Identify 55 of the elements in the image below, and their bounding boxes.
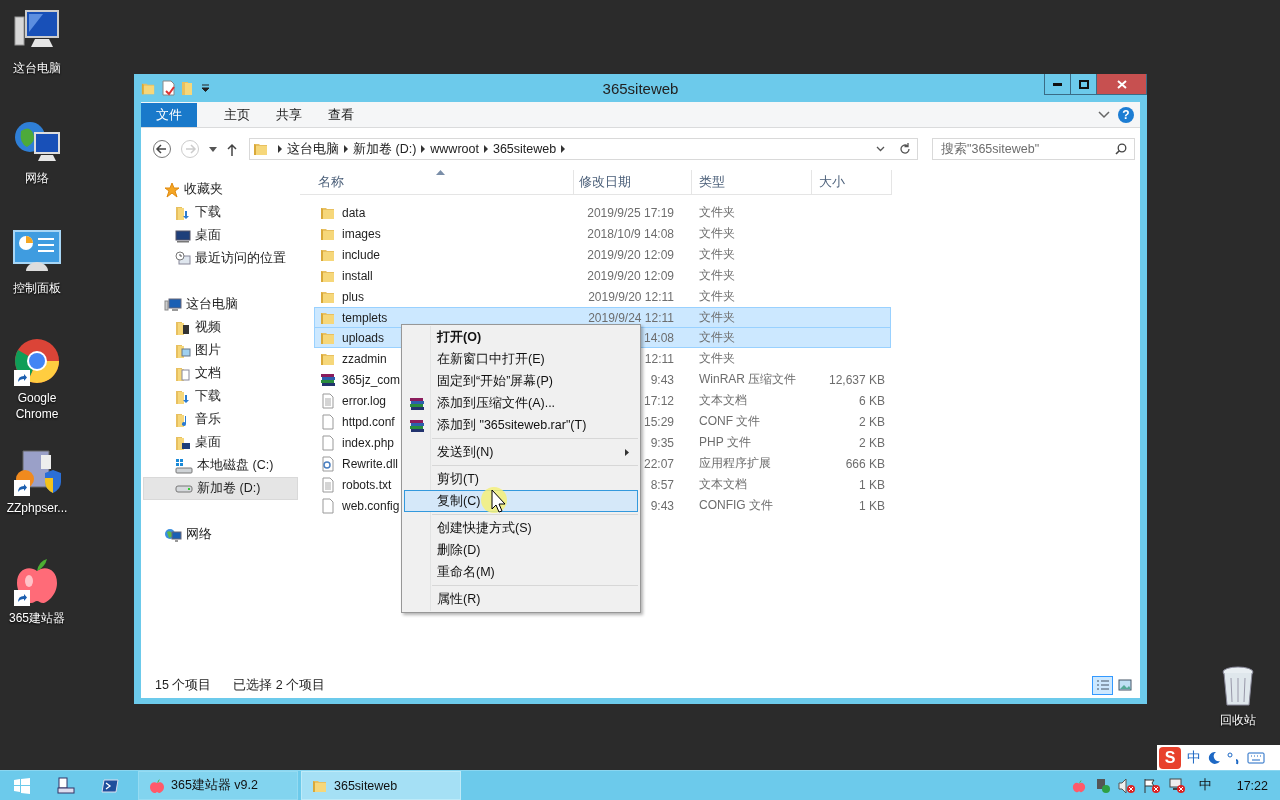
type-cell: 文件夹 — [699, 267, 735, 284]
size-cell: 2 KB — [859, 414, 885, 429]
date-cell: 15:29 — [643, 414, 674, 429]
item-count: 15 个项目 — [155, 676, 212, 694]
date-cell: 17:12 — [643, 393, 674, 408]
file-name: robots.txt — [320, 476, 392, 493]
date-cell: 22:07 — [643, 456, 674, 471]
type-cell: 文件夹 — [699, 204, 735, 221]
file-name: httpd.conf — [320, 413, 395, 430]
type-cell: CONF 文件 — [699, 413, 761, 430]
file-name: Rewrite.dll — [320, 455, 398, 472]
size-cell: 2 KB — [859, 435, 885, 450]
type-cell: 文件夹 — [699, 309, 735, 326]
date-cell: 2019/9/20 12:11 — [588, 289, 674, 304]
size-cell: 12,637 KB — [828, 372, 885, 387]
file-name: plus — [320, 288, 364, 305]
type-cell: 文件夹 — [699, 288, 735, 305]
file-name: include — [320, 246, 381, 263]
size-cell: 666 KB — [845, 456, 885, 471]
date-cell: 2019/9/20 12:09 — [587, 268, 674, 283]
file-name: data — [320, 204, 366, 221]
date-cell: 12:11 — [644, 351, 674, 366]
type-cell: WinRAR 压缩文件 — [699, 371, 797, 388]
date-cell: 14:08 — [643, 330, 674, 345]
size-cell: 1 KB — [859, 498, 885, 513]
type-cell: PHP 文件 — [699, 434, 751, 451]
date-cell: 9:35 — [650, 435, 674, 450]
file-name: install — [320, 267, 373, 284]
date-cell: 8:57 — [650, 477, 674, 492]
file-name: error.log — [320, 392, 387, 409]
size-cell: 1 KB — [859, 477, 885, 492]
selection-count: 已选择 2 个项目 — [233, 676, 326, 694]
file-name: zzadmin — [320, 350, 387, 367]
type-cell: 文件夹 — [699, 225, 735, 242]
window-title: 365siteweb — [601, 79, 680, 97]
file-name: web.config — [320, 497, 400, 514]
file-name: 365jz_com — [320, 371, 401, 388]
file-name: uploads — [320, 329, 385, 346]
size-cell: 6 KB — [859, 393, 885, 408]
date-cell: 2019/9/20 12:09 — [587, 247, 674, 262]
type-cell: 文本文档 — [699, 476, 747, 493]
date-cell: 9:43 — [650, 498, 674, 513]
type-cell: 文件夹 — [699, 246, 735, 263]
date-cell: 2019/9/24 12:11 — [588, 310, 674, 325]
file-name: index.php — [320, 434, 395, 451]
date-cell: 2018/10/9 14:08 — [587, 226, 674, 241]
date-cell: 2019/9/25 17:19 — [587, 205, 674, 220]
type-cell: 应用程序扩展 — [699, 455, 771, 472]
file-name: templets — [320, 309, 388, 326]
date-cell: 9:43 — [650, 372, 674, 387]
type-cell: CONFIG 文件 — [699, 497, 773, 514]
type-cell: 文本文档 — [699, 392, 747, 409]
type-cell: 文件夹 — [699, 350, 735, 367]
type-cell: 文件夹 — [699, 329, 735, 346]
file-name: images — [320, 225, 381, 242]
